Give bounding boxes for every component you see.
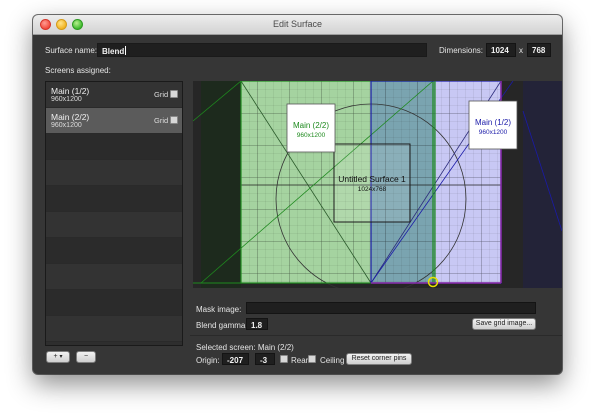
screen-item-resolution: 960x1200: [51, 122, 82, 129]
window-title: Edit Surface: [272, 19, 323, 29]
screen-item-name: Main (1/2): [51, 86, 90, 96]
empty-row: [46, 264, 182, 290]
empty-row: [46, 316, 182, 342]
screen-item-main-2[interactable]: Main (2/2) 960x1200 Grid: [46, 108, 182, 134]
grid-checkbox[interactable]: [170, 116, 178, 124]
grid-checkbox[interactable]: [170, 90, 178, 98]
screen-item-main-1[interactable]: Main (1/2) 960x1200 Grid: [46, 82, 182, 108]
origin-x-field[interactable]: -207: [222, 353, 249, 365]
surface-preview-canvas[interactable]: Untitled Surface 1 1024x768 Main (2/2) 9…: [193, 81, 562, 288]
rear-label: Rear: [291, 356, 309, 365]
screens-assigned-label: Screens assigned:: [45, 66, 111, 75]
origin-label: Origin:: [196, 356, 220, 365]
screen-a-res: 960x1200: [297, 132, 326, 139]
remove-screen-button[interactable]: −: [76, 351, 96, 363]
empty-row: [46, 238, 182, 264]
save-grid-image-button[interactable]: Save grid image...: [472, 318, 536, 330]
screen-b-res: 960x1200: [479, 129, 508, 136]
mask-image-label: Mask image:: [196, 305, 242, 314]
add-screen-button[interactable]: + ▾: [46, 351, 70, 363]
selected-screen-label: Selected screen: Main (2/2): [196, 343, 294, 352]
empty-row: [46, 290, 182, 316]
grid-label: Grid: [154, 90, 169, 99]
plus-icon: +: [53, 353, 58, 360]
screen-b-name: Main (1/2): [475, 118, 511, 127]
selected-screen-caption: Selected screen:: [196, 343, 256, 352]
dropdown-arrow-icon: ▾: [59, 354, 63, 360]
surface-name-value: Blend: [102, 47, 125, 56]
surface-title: Untitled Surface 1: [338, 174, 406, 184]
dimension-separator: x: [519, 46, 523, 55]
empty-row: [46, 160, 182, 186]
title-bar[interactable]: Edit Surface: [33, 15, 562, 35]
screens-list[interactable]: Main (1/2) 960x1200 Grid Main (2/2) 960x…: [45, 81, 183, 346]
mask-image-field[interactable]: [246, 302, 536, 314]
height-field[interactable]: 768: [527, 43, 551, 57]
screen-a-name: Main (2/2): [293, 121, 329, 130]
surface-name-label: Surface name:: [45, 46, 98, 55]
rear-checkbox[interactable]: [280, 355, 288, 363]
text-cursor: [125, 46, 127, 55]
divider: [190, 335, 562, 336]
surface-name-field[interactable]: Blend: [97, 43, 427, 57]
surface-preview: Untitled Surface 1 1024x768 Main (2/2) 9…: [193, 81, 562, 288]
screen-item-name: Main (2/2): [51, 112, 90, 122]
screen-item-resolution: 960x1200: [51, 96, 82, 103]
empty-row: [46, 186, 182, 212]
ceiling-checkbox[interactable]: [308, 355, 316, 363]
edit-surface-window: Edit Surface Surface name: Blend Dimensi…: [33, 15, 562, 374]
origin-y-field[interactable]: -3: [255, 353, 275, 365]
surface-resolution: 1024x768: [358, 186, 387, 193]
reset-corner-pins-button[interactable]: Reset corner pins: [346, 353, 412, 365]
ceiling-label: Ceiling: [320, 356, 345, 365]
empty-row: [46, 134, 182, 160]
empty-row: [46, 212, 182, 238]
selected-screen-value: Main (2/2): [257, 343, 294, 352]
width-field[interactable]: 1024: [486, 43, 516, 57]
grid-label: Grid: [154, 116, 169, 125]
dimensions-label: Dimensions:: [439, 46, 484, 55]
blend-gamma-label: Blend gamma:: [196, 321, 248, 330]
blend-gamma-field[interactable]: 1.8: [246, 318, 268, 330]
